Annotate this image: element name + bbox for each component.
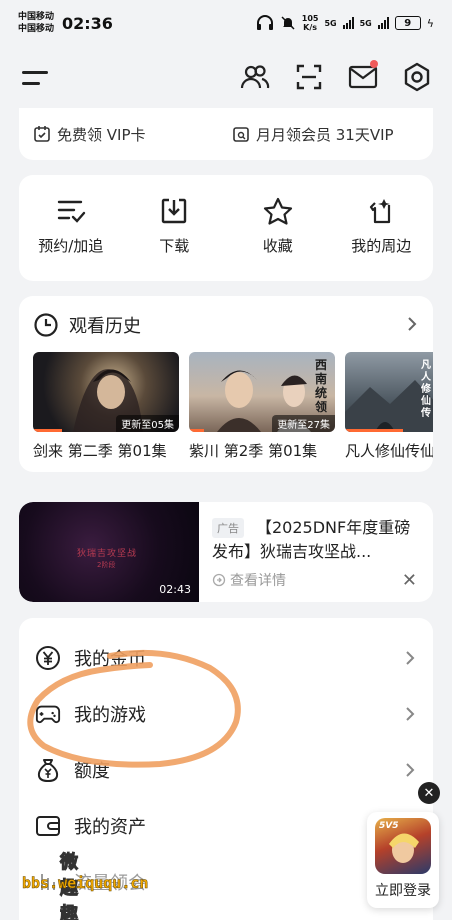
history-thumbnail: 西南统领 更新至27集 xyxy=(189,352,335,432)
chevron-right-icon xyxy=(406,651,415,665)
headphones-icon xyxy=(256,15,273,30)
history-item[interactable]: 西南统领 更新至27集 紫川 第2季 第01集 xyxy=(189,352,335,461)
watch-progress xyxy=(33,429,63,432)
action-reserve[interactable]: 预约/加追 xyxy=(21,197,121,281)
action-favorites[interactable]: 收藏 xyxy=(228,197,328,281)
action-reserve-label: 预约/加追 xyxy=(38,237,104,255)
close-icon[interactable]: ✕ xyxy=(402,570,417,591)
carrier-2: 中国移动 xyxy=(18,24,55,34)
watermark-url: bbs.weiququ.cn xyxy=(22,874,149,893)
menu-icon[interactable] xyxy=(22,66,50,90)
download-icon xyxy=(162,198,187,224)
history-item[interactable]: 更新至05集 剑来 第二季 第01集 xyxy=(33,352,179,461)
history-thumbnail: 更新至05集 xyxy=(33,352,179,432)
wallet-icon xyxy=(35,813,61,839)
game-logo: 5V5 xyxy=(375,818,431,874)
carrier-1: 中国移动 xyxy=(18,12,55,22)
poster-text-vertical: 西南统领 xyxy=(315,358,328,414)
ad-video-thumbnail[interactable]: 狄瑞吉攻坚战 2阶段 02:43 xyxy=(19,502,199,602)
gamepad-icon xyxy=(35,701,61,727)
chevron-right-icon xyxy=(406,707,415,721)
game-promo-float[interactable]: 5V5 立即登录 xyxy=(367,812,439,908)
poster-text-vertical: 凡人修仙传 xyxy=(421,360,431,419)
history-thumbnail: 凡人修仙传 xyxy=(345,352,433,432)
vip-promo-card: 免费领 VIP卡 月月领会员 31天VIP xyxy=(19,108,433,160)
history-item[interactable]: 凡人修仙传 凡人修仙传仙 xyxy=(345,352,433,461)
quick-actions-card: 预约/加追 下载 收藏 我的周边 xyxy=(19,175,433,281)
chevron-right-icon xyxy=(406,763,415,777)
scan-icon[interactable] xyxy=(292,60,326,94)
settings-icon[interactable] xyxy=(400,60,434,94)
action-download[interactable]: 下载 xyxy=(124,197,224,281)
reserve-list-icon xyxy=(57,200,85,223)
top-icons xyxy=(238,60,434,94)
calendar-check-icon xyxy=(34,126,50,142)
network-speed: 105 K/s xyxy=(302,14,319,32)
signal-icon-2 xyxy=(377,17,389,29)
ad-card[interactable]: 狄瑞吉攻坚战 2阶段 02:43 【2025DNF年度重磅发布】狄瑞吉攻坚战..… xyxy=(19,502,433,602)
friends-icon[interactable] xyxy=(238,60,272,94)
watch-progress xyxy=(189,429,204,432)
free-vip-card-label: 免费领 VIP卡 xyxy=(57,125,146,144)
ad-detail-link[interactable]: 查看详情 xyxy=(212,570,286,590)
history-list: 更新至05集 剑来 第二季 第01集 西南统领 更新至27集 紫川 第2季 第0… xyxy=(33,352,433,461)
signal-icon xyxy=(342,17,354,29)
history-item-title: 剑来 第二季 第01集 xyxy=(33,442,167,460)
notification-dot xyxy=(370,60,378,68)
list-item-coins[interactable]: 我的金币 xyxy=(19,630,433,686)
free-vip-card-link[interactable]: 免费领 VIP卡 xyxy=(33,124,146,145)
list-item-label: 我的游戏 xyxy=(74,705,146,726)
ad-image-text: 狄瑞吉攻坚战 xyxy=(77,549,138,559)
list-item-games[interactable]: 我的游戏 xyxy=(19,686,433,742)
action-merch[interactable]: 我的周边 xyxy=(331,197,431,281)
network-type-1: 5G xyxy=(324,18,337,28)
clock: 02:36 xyxy=(62,13,113,33)
monthly-vip-link[interactable]: 月月领会员 31天VIP xyxy=(232,124,394,145)
ad-detail-label: 查看详情 xyxy=(230,573,286,589)
action-download-label: 下载 xyxy=(159,237,190,255)
calendar-search-icon xyxy=(233,127,249,142)
list-item-quota[interactable]: 额度 xyxy=(19,742,433,798)
update-badge: 更新至27集 xyxy=(272,415,335,432)
star-icon xyxy=(263,197,292,225)
action-favorites-label: 收藏 xyxy=(262,237,293,255)
yuan-coin-icon xyxy=(35,645,61,671)
charging-icon: ϟ xyxy=(426,16,434,30)
login-now-label: 立即登录 xyxy=(375,883,431,899)
message-icon[interactable] xyxy=(346,60,380,94)
carrier-names: 中国移动 中国移动 xyxy=(18,11,60,35)
list-item-label: 额度 xyxy=(74,761,110,782)
status-bar: 中国移动 中国移动 02:36 105 K/s 5G 5G 9 ϟ xyxy=(0,0,452,46)
chevron-right-icon[interactable] xyxy=(407,316,417,332)
watch-progress xyxy=(345,429,404,432)
top-toolbar xyxy=(0,56,452,100)
speed-unit: K/s xyxy=(303,23,318,32)
merch-icon xyxy=(370,199,391,224)
action-merch-label: 我的周边 xyxy=(351,237,412,255)
monthly-vip-label: 月月领会员 31天VIP xyxy=(256,125,394,144)
detail-icon xyxy=(212,573,226,587)
clock-icon xyxy=(34,313,58,337)
list-item-label: 我的资产 xyxy=(74,817,146,838)
battery-icon: 9 xyxy=(394,16,421,30)
close-float-icon[interactable]: ✕ xyxy=(418,782,440,804)
bell-off-icon xyxy=(281,16,295,30)
ad-tag: 广告 xyxy=(212,518,244,538)
history-title[interactable]: 观看历史 xyxy=(69,312,141,338)
update-badge: 更新至05集 xyxy=(116,415,179,432)
network-type-2: 5G xyxy=(359,18,372,28)
history-item-title: 凡人修仙传仙 xyxy=(345,442,433,460)
status-icons: 105 K/s 5G 5G 9 ϟ xyxy=(256,14,434,32)
ad-duration: 02:43 xyxy=(159,583,191,596)
watch-history-card: 观看历史 更新至05集 剑来 第二季 第01集 西南统领 更新至27集 紫川 第… xyxy=(19,296,433,472)
list-item-label: 我的金币 xyxy=(74,649,146,670)
ad-image-subtext: 2阶段 xyxy=(97,561,116,569)
speed-value: 105 xyxy=(301,14,319,23)
history-item-title: 紫川 第2季 第01集 xyxy=(189,442,318,460)
money-bag-icon xyxy=(35,757,61,783)
